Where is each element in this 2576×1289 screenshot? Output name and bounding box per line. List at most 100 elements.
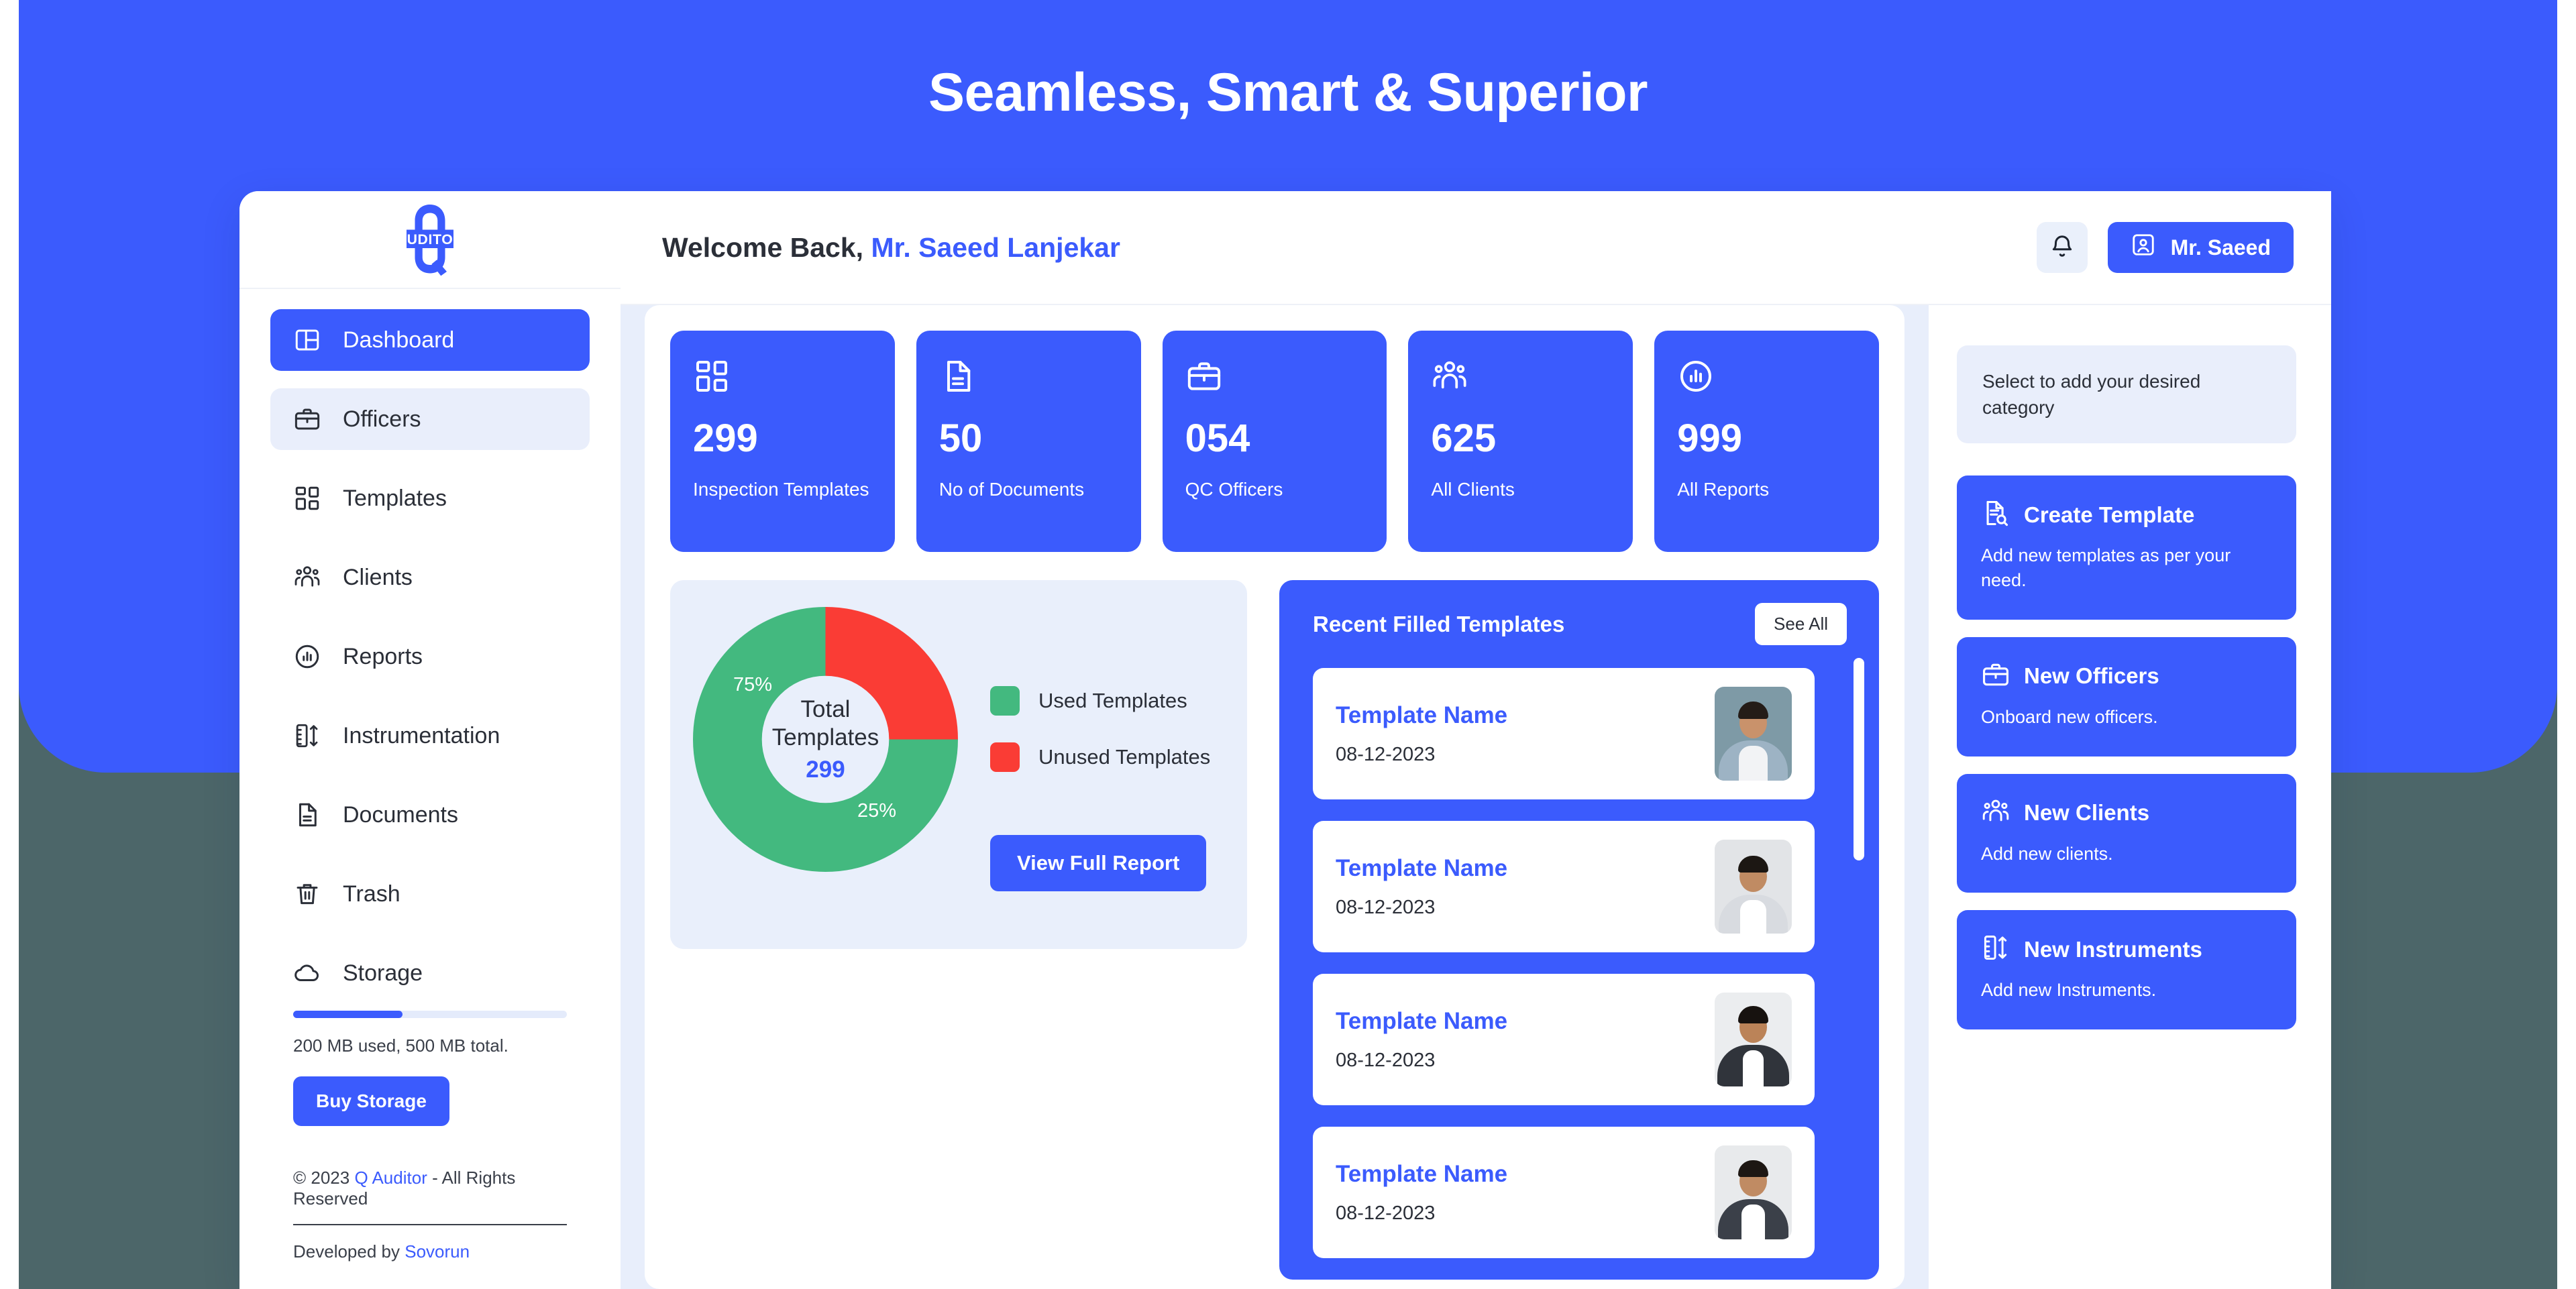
stat-card-no-of-documents[interactable]: 50 No of Documents — [916, 331, 1141, 552]
stat-card-row: 299 Inspection Templates 50 No of Docume… — [670, 331, 1879, 552]
sidebar-item-trash[interactable]: Trash — [270, 863, 590, 925]
q-auditor-logo-icon: AUDITOR — [386, 198, 474, 282]
left-gutter — [0, 0, 19, 1289]
brand-logo[interactable]: AUDITOR — [239, 191, 621, 289]
people-group-icon — [1981, 797, 2010, 830]
stat-label: No of Documents — [938, 479, 1085, 500]
stat-value: 50 — [938, 416, 983, 460]
sidebar-item-clients[interactable]: Clients — [270, 547, 590, 608]
sidebar-label-dashboard: Dashboard — [343, 327, 455, 353]
action-card-new-clients[interactable]: New Clients Add new clients. — [1957, 773, 2296, 893]
copyright-pre: © 2023 — [293, 1168, 355, 1188]
donut-legend: Used Templates Unused Templates View Ful… — [958, 607, 1210, 891]
copyright-line: © 2023 Q Auditor - All Rights Reserved — [293, 1168, 567, 1225]
template-text: Template Name 08-12-2023 — [1336, 855, 1715, 919]
scrollbar-thumb[interactable] — [1854, 658, 1864, 860]
list-item[interactable]: Template Name 08-12-2023 — [1313, 821, 1815, 952]
recent-panel-title: Recent Filled Templates — [1313, 611, 1565, 636]
action-card-subtitle: Onboard new officers. — [1981, 706, 2158, 727]
templates-donut-panel: 75% 25% Total Templates 299 Used Templat… — [670, 580, 1247, 949]
page-root: Seamless, Smart & Superior Welcome Back,… — [0, 0, 2576, 1289]
ruler-arrows-icon — [1981, 933, 2010, 966]
sidebar-item-dashboard[interactable]: Dashboard — [270, 309, 590, 371]
lower-row: 75% 25% Total Templates 299 Used Templat… — [670, 580, 1879, 1280]
storage-usage-text: 200 MB used, 500 MB total. — [293, 1035, 508, 1056]
chart-circle-icon — [293, 642, 321, 671]
grid-blocks-icon — [293, 484, 321, 512]
action-card-create-template[interactable]: Create Template Add new templates as per… — [1957, 475, 2296, 620]
stat-value: 625 — [1431, 416, 1497, 460]
notifications-button[interactable] — [2036, 222, 2088, 273]
action-card-title: New Clients — [2024, 800, 2150, 826]
user-menu-label: Mr. Saeed — [2170, 235, 2271, 260]
bell-icon — [2049, 233, 2075, 262]
sidebar-item-documents[interactable]: Documents — [270, 784, 590, 846]
chart-circle-icon — [1677, 357, 1856, 396]
buy-storage-button[interactable]: Buy Storage — [293, 1076, 449, 1126]
sidebar-item-officers[interactable]: Officers — [270, 388, 590, 450]
sidebar-label-trash: Trash — [343, 881, 400, 907]
template-name: Template Name — [1336, 702, 1508, 728]
developed-pre: Developed by — [293, 1241, 405, 1262]
legend-label-used: Used Templates — [1038, 689, 1187, 712]
ruler-arrows-icon — [293, 722, 321, 750]
storage-progress-fill — [293, 1011, 403, 1018]
recent-panel-header: Recent Filled Templates See All — [1313, 603, 1859, 645]
document-icon — [293, 801, 321, 829]
recent-templates-list: Template Name 08-12-2023 Template Name 0… — [1313, 668, 1859, 1258]
legend-swatch-green — [990, 686, 1020, 716]
main-content: 299 Inspection Templates 50 No of Docume… — [621, 191, 1929, 1289]
action-card-subtitle: Add new templates as per your need. — [1981, 545, 2231, 591]
sidebar-label-instrumentation: Instrumentation — [343, 722, 500, 748]
template-text: Template Name 08-12-2023 — [1336, 1161, 1715, 1225]
sidebar-item-reports[interactable]: Reports — [270, 626, 590, 687]
storage-progress-bar — [293, 1011, 567, 1018]
layout-dashboard-icon — [293, 326, 321, 354]
people-group-icon — [293, 563, 321, 592]
action-card-title: New Instruments — [2024, 936, 2202, 962]
right-sidebar: Select to add your desired category Crea… — [1929, 191, 2331, 1289]
action-card-header: New Clients — [1981, 797, 2272, 830]
list-item[interactable]: Template Name 08-12-2023 — [1313, 974, 1815, 1105]
developed-by-line: Developed by Sovorun — [293, 1241, 590, 1262]
sovorun-link[interactable]: Sovorun — [405, 1241, 470, 1262]
topbar: Welcome Back, Mr. Saeed Lanjekar Mr. Sae… — [621, 191, 2331, 305]
sidebar-label-storage: Storage — [343, 960, 423, 986]
stat-card-qc-officers[interactable]: 054 QC Officers — [1162, 331, 1387, 552]
category-hint: Select to add your desired category — [1957, 345, 2296, 444]
user-square-icon — [2131, 232, 2156, 263]
user-menu-button[interactable]: Mr. Saeed — [2107, 222, 2294, 273]
stat-card-inspection-templates[interactable]: 299 Inspection Templates — [670, 331, 895, 552]
legend-item-used: Used Templates — [990, 686, 1210, 716]
template-date: 08-12-2023 — [1336, 1202, 1436, 1224]
sidebar-item-storage[interactable]: Storage — [270, 942, 590, 1004]
template-date: 08-12-2023 — [1336, 896, 1436, 918]
view-full-report-button[interactable]: View Full Report — [990, 835, 1207, 891]
stat-card-all-reports[interactable]: 999 All Reports — [1654, 331, 1879, 552]
sidebar-footer: © 2023 Q Auditor - All Rights Reserved D… — [239, 1168, 621, 1289]
briefcase-icon — [1981, 660, 2010, 693]
see-all-button[interactable]: See All — [1755, 603, 1847, 645]
stat-card-all-clients[interactable]: 625 All Clients — [1408, 331, 1633, 552]
template-name: Template Name — [1336, 1007, 1508, 1034]
recent-list-scrollbar[interactable] — [1854, 658, 1864, 1280]
action-card-subtitle: Add new Instruments. — [1981, 980, 2157, 1001]
welcome-message: Welcome Back, Mr. Saeed Lanjekar — [662, 232, 1120, 264]
avatar — [1715, 1145, 1792, 1239]
template-name: Template Name — [1336, 854, 1508, 881]
action-card-new-instruments[interactable]: New Instruments Add new Instruments. — [1957, 910, 2296, 1029]
list-item[interactable]: Template Name 08-12-2023 — [1313, 1127, 1815, 1258]
storage-widget: 200 MB used, 500 MB total. Buy Storage — [239, 1007, 621, 1126]
template-date: 08-12-2023 — [1336, 743, 1436, 765]
left-sidebar: AUDITOR Dashboard Officers Templates Cli… — [239, 191, 621, 1289]
action-card-new-officers[interactable]: New Officers Onboard new officers. — [1957, 636, 2296, 756]
list-item[interactable]: Template Name 08-12-2023 — [1313, 668, 1815, 799]
action-card-header: Create Template — [1981, 498, 2272, 531]
sidebar-item-templates[interactable]: Templates — [270, 467, 590, 529]
template-name: Template Name — [1336, 1160, 1508, 1187]
action-card-header: New Officers — [1981, 660, 2272, 693]
q-auditor-link[interactable]: Q Auditor — [354, 1168, 427, 1188]
trash-icon — [293, 880, 321, 908]
action-card-header: New Instruments — [1981, 933, 2272, 966]
sidebar-item-instrumentation[interactable]: Instrumentation — [270, 705, 590, 767]
